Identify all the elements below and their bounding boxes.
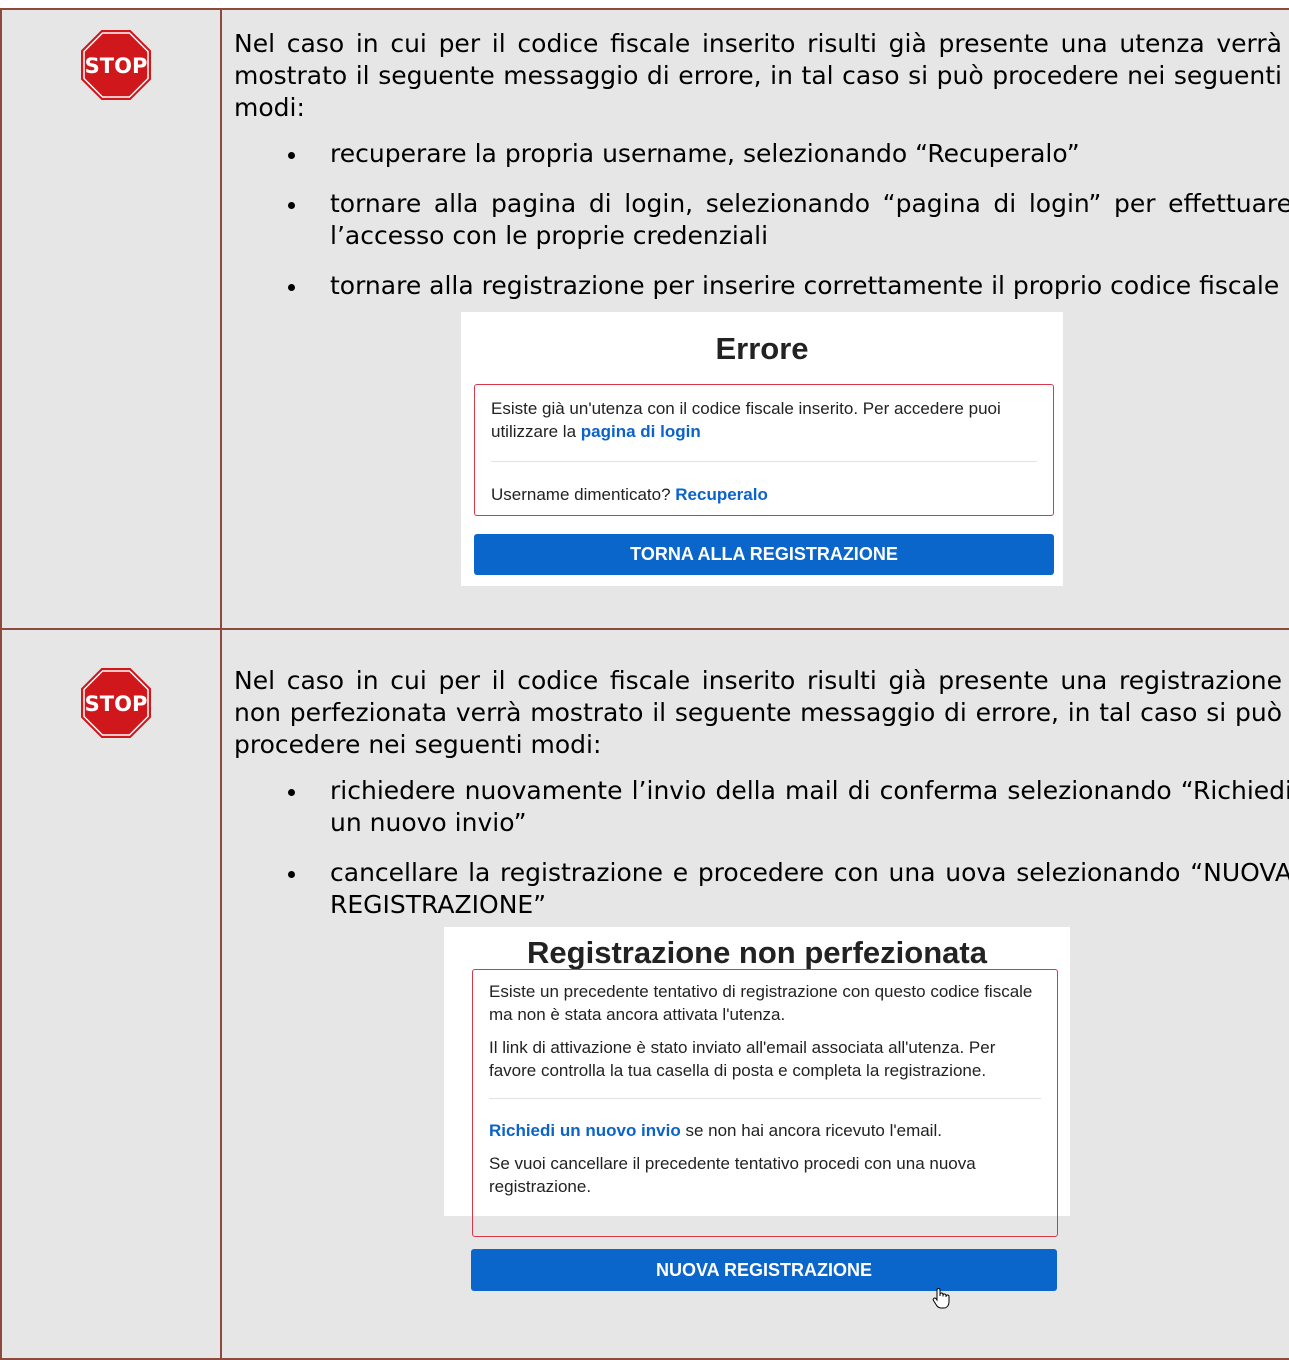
- list-item: recuperare la propria username, selezion…: [288, 138, 1289, 170]
- list-item: cancellare la registrazione e procedere …: [288, 857, 1289, 921]
- intro-paragraph: Nel caso in cui per il codice fiscale in…: [234, 29, 1282, 122]
- panel-title: Errore: [715, 331, 809, 366]
- content-cell: Nel caso in cui per il codice fiscale in…: [220, 628, 1289, 1360]
- icon-cell: STOP: [0, 8, 222, 630]
- content-cell: Nel caso in cui per il codice fiscale in…: [220, 8, 1289, 630]
- stop-sign-icon: STOP: [81, 30, 151, 100]
- message-paragraph: Il link di attivazione è stato inviato a…: [489, 1038, 996, 1080]
- hand-cursor-icon: [932, 1288, 950, 1309]
- back-to-registration-button[interactable]: TORNA ALLA REGISTRAZIONE: [474, 534, 1054, 575]
- notes-table: STOP Nel caso in cui per il codice fisca…: [0, 8, 1289, 1360]
- list-item: tornare alla pagina di login, selezionan…: [288, 188, 1289, 252]
- error-message-box: Esiste un precedente tentativo di regist…: [472, 969, 1058, 1237]
- resend-email-link[interactable]: Richiedi un nuovo invio: [489, 1121, 681, 1140]
- note-row: STOP Nel caso in cui per il codice fisca…: [0, 8, 1289, 630]
- resend-suffix-text: se non hai ancora ricevuto l'email.: [685, 1121, 942, 1140]
- stop-sign-label: STOP: [85, 54, 148, 78]
- options-list: recuperare la propria username, selezion…: [234, 138, 1289, 302]
- stop-sign-icon: STOP: [81, 668, 151, 738]
- cancel-text: Se vuoi cancellare il precedente tentati…: [489, 1154, 976, 1196]
- intro-paragraph: Nel caso in cui per il codice fiscale in…: [234, 666, 1282, 759]
- message-paragraph: Esiste un precedente tentativo di regist…: [489, 982, 1033, 1024]
- icon-cell: STOP: [0, 628, 222, 1360]
- recover-username-link[interactable]: Recuperalo: [675, 485, 768, 504]
- note-row: STOP Nel caso in cui per il codice fisca…: [0, 628, 1289, 1360]
- error-panel-screenshot: Errore Esiste già un'utenza con il codic…: [461, 312, 1063, 586]
- options-list: richiedere nuovamente l’invio della mail…: [234, 775, 1289, 921]
- new-registration-button[interactable]: NUOVA REGISTRAZIONE: [471, 1249, 1057, 1291]
- forgot-username-text: Username dimenticato?: [491, 485, 671, 504]
- incomplete-registration-panel-screenshot: Registrazione non perfezionata Esiste un…: [444, 927, 1070, 1309]
- login-page-link[interactable]: pagina di login: [581, 422, 701, 441]
- error-message-text: Esiste già un'utenza con il codice fisca…: [491, 399, 1001, 441]
- panel-title: Registrazione non perfezionata: [527, 935, 987, 970]
- list-item: richiedere nuovamente l’invio della mail…: [288, 775, 1289, 839]
- stop-sign-label: STOP: [85, 692, 148, 716]
- error-message-box: Esiste già un'utenza con il codice fisca…: [474, 384, 1054, 516]
- list-item: tornare alla registrazione per inserire …: [288, 270, 1289, 302]
